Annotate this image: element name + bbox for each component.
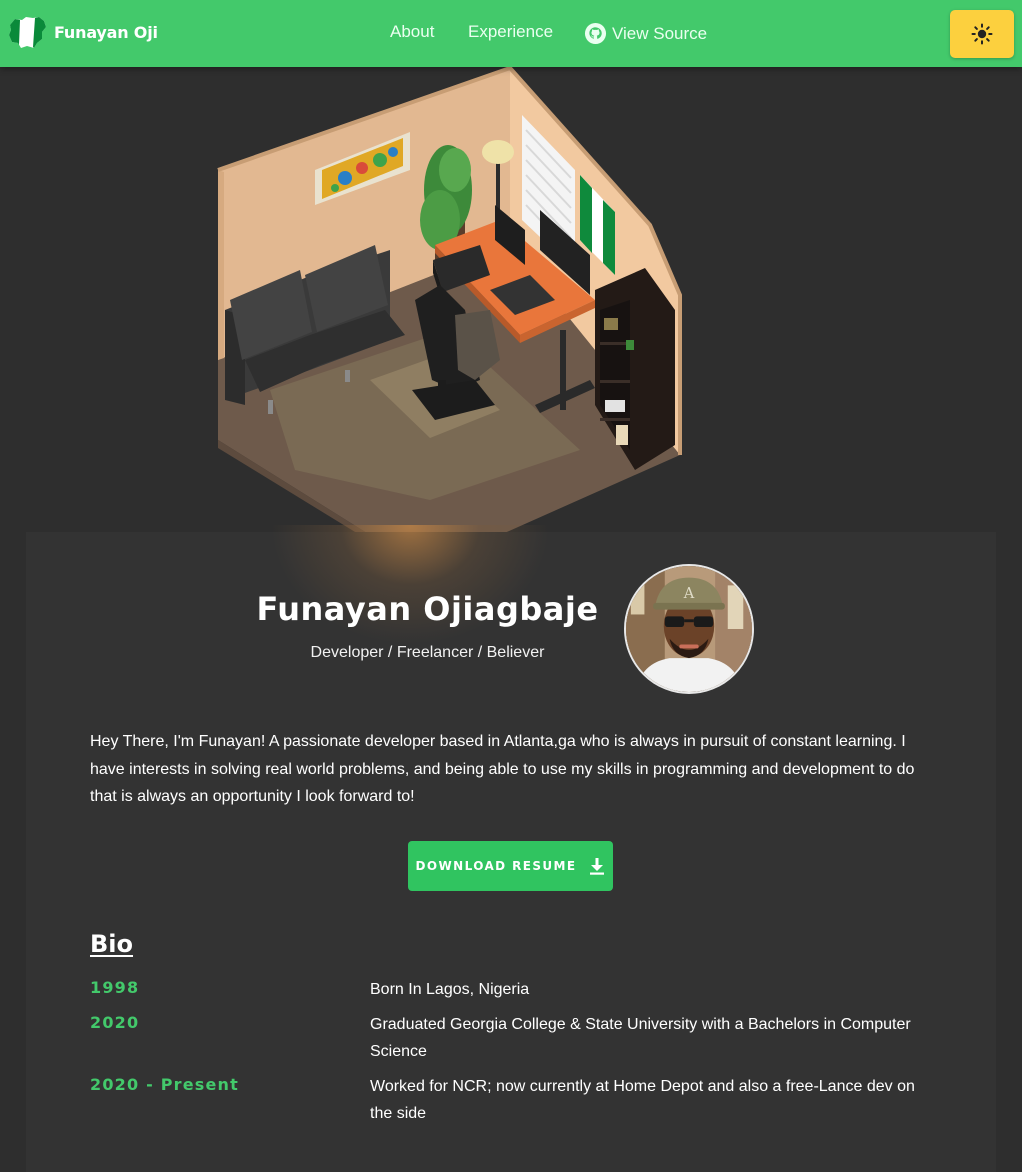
download-icon [590,858,605,875]
bio-year: 2020 [90,1013,140,1032]
avatar: A [624,564,754,694]
bio-heading: Bio [90,930,134,958]
voxel-room-illustration [217,65,682,535]
bio-text: Graduated Georgia College & State Univer… [370,1016,911,1060]
download-resume-button[interactable]: Download Resume [408,841,613,891]
bio-year: 2020 - Present [90,1075,239,1094]
nav-link-experience[interactable]: Experience [468,22,553,42]
bio-year: 1998 [90,978,140,997]
bio-text: Worked for NCR; now currently at Home De… [370,1078,915,1122]
nav-link-about[interactable]: About [390,22,434,42]
brand-name: Funayan Oji [54,22,158,42]
page-title: Funayan Ojiagbaje [256,590,599,628]
subtitle: Developer / Freelancer / Believer [310,644,545,661]
nav-link-view-source-label: View Source [612,23,708,43]
navbar: Funayan Oji About Experience View Source [0,0,1022,67]
intro-paragraph: Hey There, I'm Funayan! A passionate dev… [90,733,915,805]
download-resume-label: Download Resume [415,859,577,873]
nav-link-view-source[interactable]: View Source [584,22,707,45]
brand-home-link[interactable]: Funayan Oji [6,15,158,49]
svg-text:A: A [683,586,695,602]
theme-toggle-button[interactable] [950,10,1014,58]
bio-text: Born In Lagos, Nigeria [370,981,530,998]
github-icon [584,22,607,45]
sun-icon [971,23,993,45]
nigeria-map-logo-icon [9,17,46,48]
